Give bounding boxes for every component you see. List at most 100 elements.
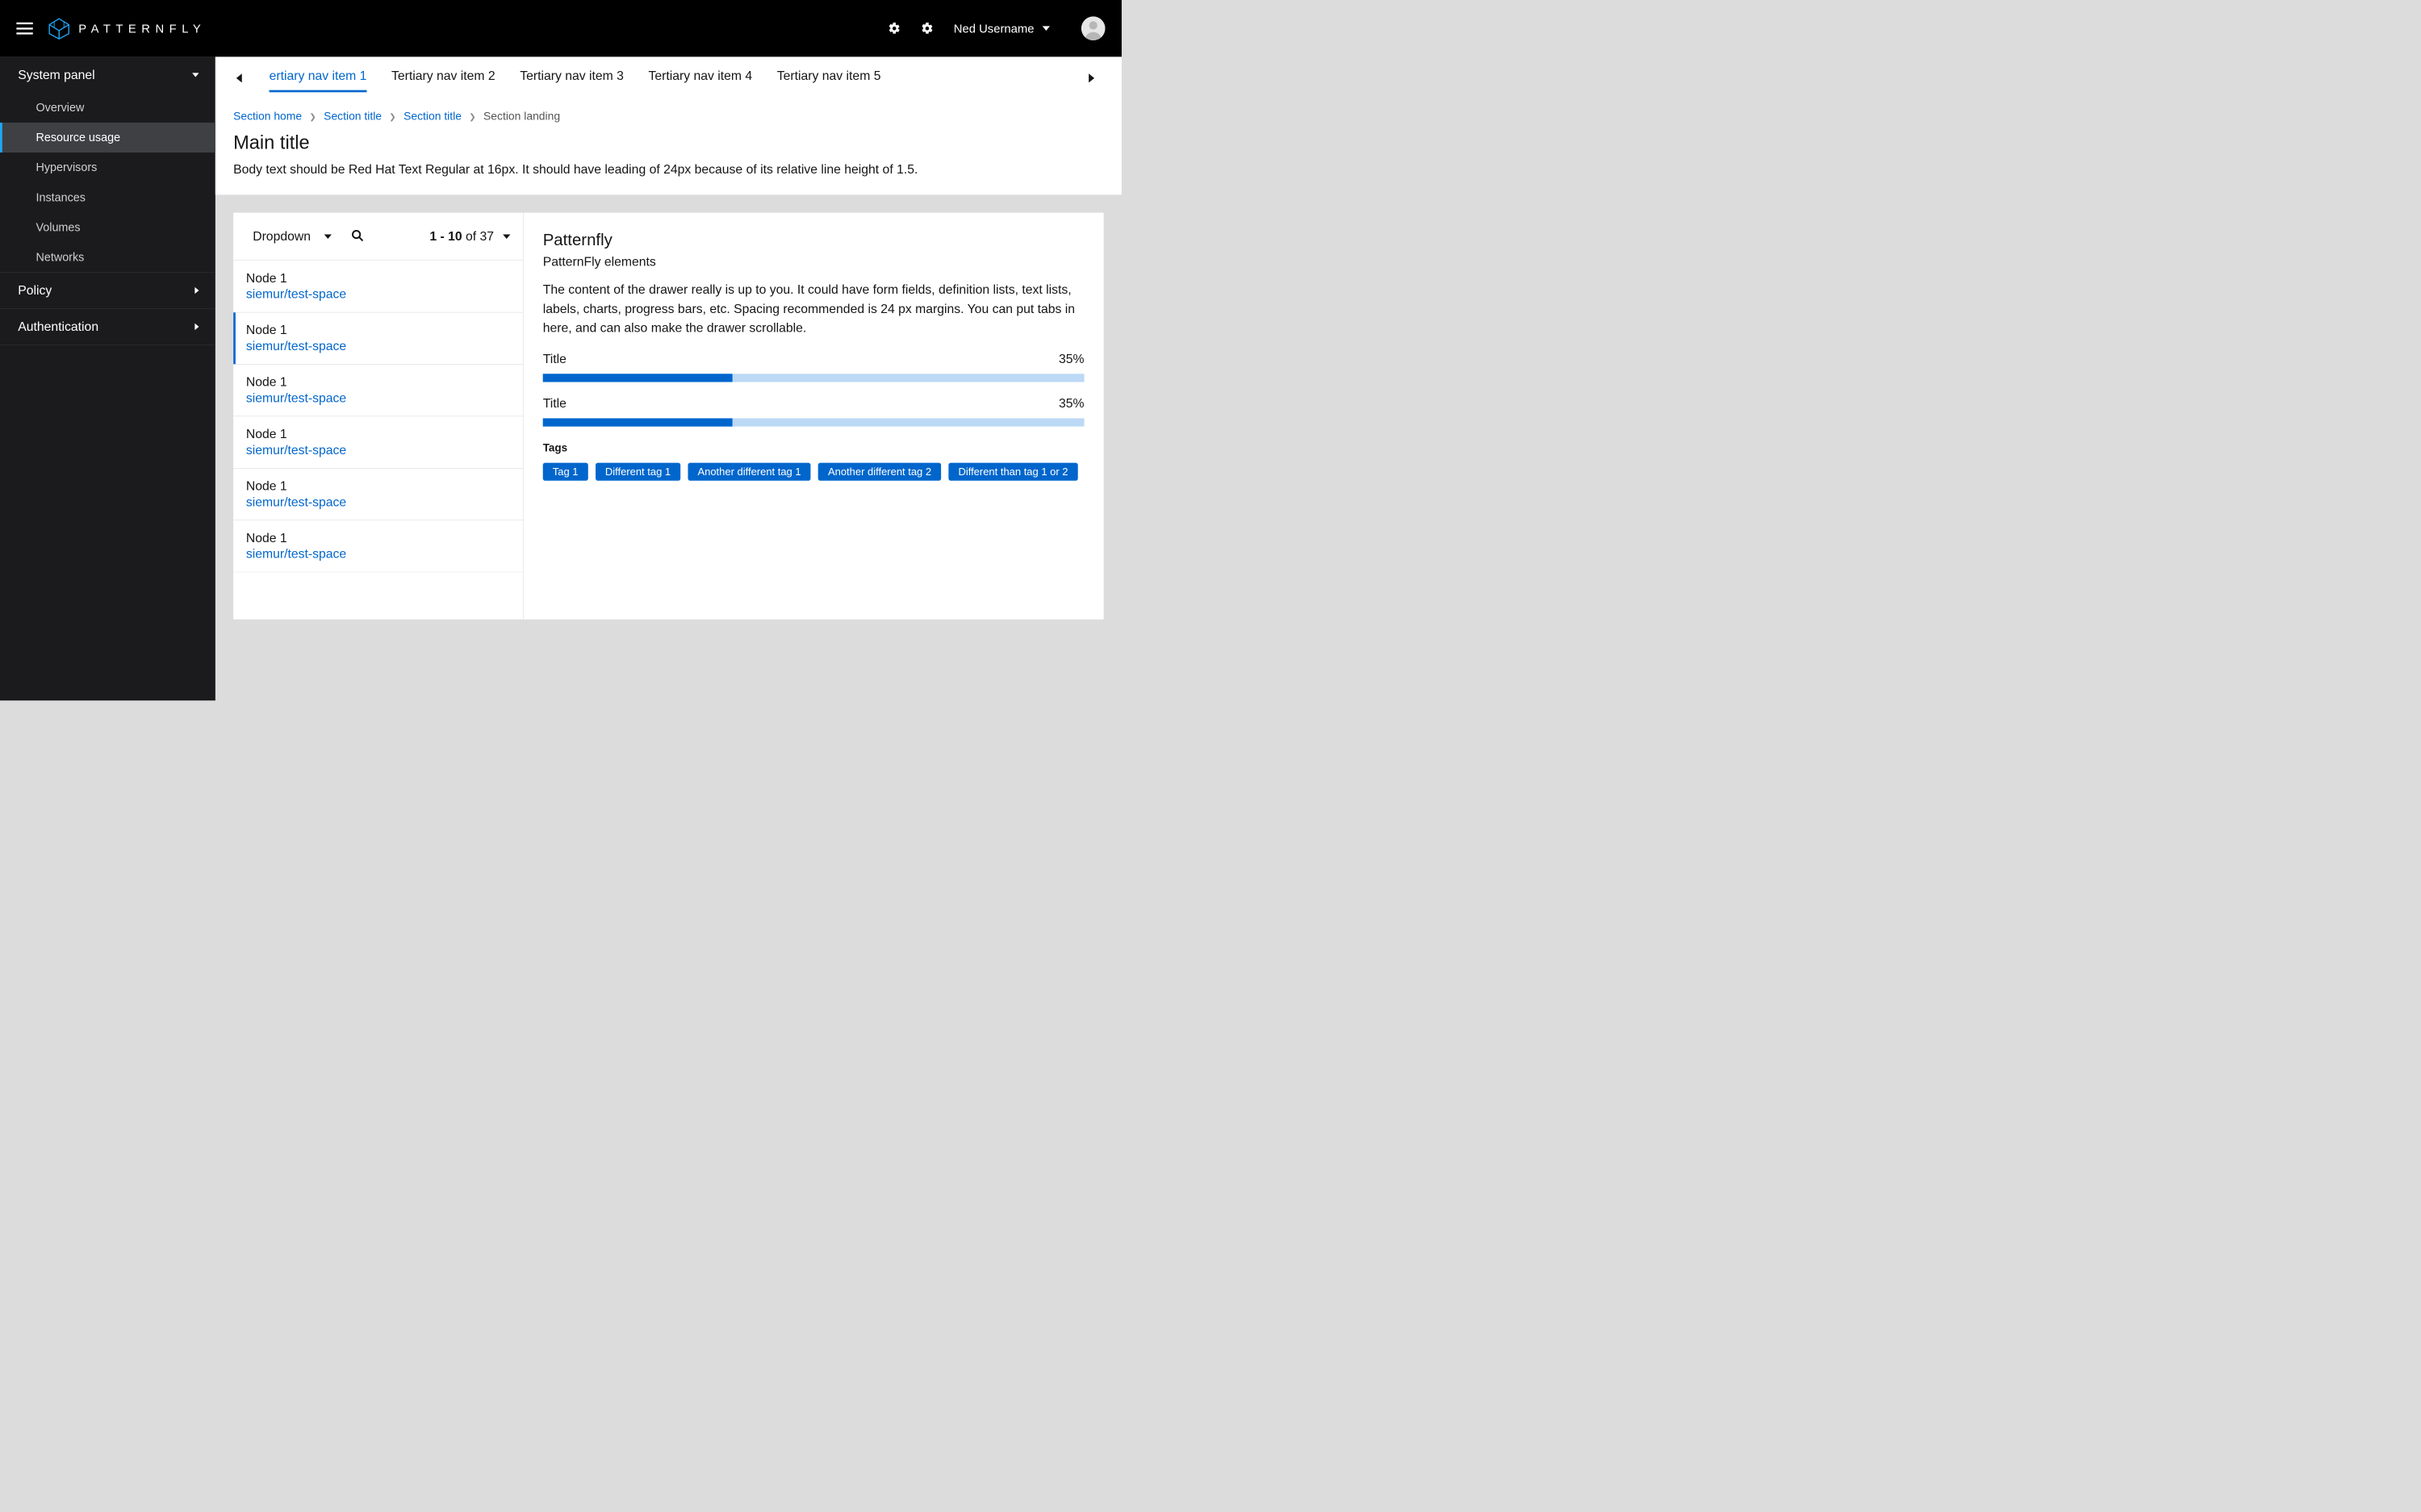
list-item[interactable]: Node 1siemur/test-space bbox=[233, 365, 523, 416]
node-subtext: siemur/test-space bbox=[246, 443, 511, 457]
nav-section-label: Policy bbox=[18, 283, 52, 298]
breadcrumb-link[interactable]: Section title bbox=[404, 111, 462, 123]
masthead-toolbar: Ned Username bbox=[888, 16, 1105, 40]
nav-scroll-left-button[interactable] bbox=[233, 73, 245, 82]
chevron-right-icon bbox=[1089, 73, 1094, 82]
tag[interactable]: Different than tag 1 or 2 bbox=[948, 463, 1077, 481]
progress-label: Title bbox=[543, 396, 567, 411]
node-subtext: siemur/test-space bbox=[246, 339, 511, 353]
brand-logo-icon bbox=[48, 17, 70, 40]
user-dropdown[interactable]: Ned Username bbox=[954, 22, 1050, 36]
pagination-dropdown[interactable]: 1 - 10 of 37 bbox=[429, 229, 510, 244]
main: ertiary nav item 1 Tertiary nav item 2 Ter… bbox=[215, 56, 1122, 700]
nav-section-label: System panel bbox=[18, 68, 94, 82]
sidebar-item[interactable]: Networks bbox=[0, 242, 215, 272]
nav-section-authentication: Authentication bbox=[0, 309, 215, 345]
tag[interactable]: Another different tag 2 bbox=[818, 463, 941, 481]
detail-title: Patternfly bbox=[543, 231, 1085, 249]
brand-text: PATTERNFLY bbox=[78, 22, 206, 36]
caret-down-icon bbox=[1043, 26, 1050, 31]
chevron-left-icon bbox=[236, 73, 242, 82]
breadcrumb-link[interactable]: Section home bbox=[233, 111, 302, 123]
nav-section-policy: Policy bbox=[0, 273, 215, 309]
detail-subtitle: PatternFly elements bbox=[543, 255, 1085, 269]
nav-toggle-button[interactable] bbox=[16, 23, 32, 35]
progress: Title 35% bbox=[543, 396, 1085, 427]
content-region: Dropdown 1 - 10 of 37 N bbox=[215, 194, 1122, 700]
masthead: PATTERNFLY Ned Username bbox=[0, 0, 1122, 56]
nav-section-label: Authentication bbox=[18, 320, 98, 334]
chevron-right-icon bbox=[194, 324, 199, 330]
list-item[interactable]: Node 1 siemur/test-space bbox=[233, 469, 523, 520]
progress-label: Title bbox=[543, 352, 567, 366]
tertiary-tab[interactable]: Tertiary nav item 5 bbox=[777, 64, 881, 93]
node-subtext: siemur/test-space bbox=[246, 391, 511, 406]
node-subtext: siemur/test-space bbox=[246, 547, 511, 562]
avatar[interactable] bbox=[1081, 16, 1106, 40]
sidebar-item[interactable]: Instances bbox=[0, 182, 215, 212]
node-name: Node 1 bbox=[246, 427, 511, 441]
caret-down-icon bbox=[324, 234, 332, 239]
progress-fill bbox=[543, 374, 733, 382]
node-name: Node 1 bbox=[246, 375, 511, 390]
page-title: Main title bbox=[233, 132, 1104, 153]
list-item[interactable]: Node 1siemur/test-space bbox=[233, 520, 523, 572]
progress: Title 35% bbox=[543, 352, 1085, 382]
sidebar-item[interactable]: Hypervisors bbox=[0, 152, 215, 182]
page-header: ertiary nav item 1 Tertiary nav item 2 Ter… bbox=[215, 56, 1122, 194]
breadcrumb-link[interactable]: Section title bbox=[324, 111, 382, 123]
breadcrumb-current: Section landing bbox=[483, 111, 560, 123]
dropdown-label: Dropdown bbox=[253, 229, 311, 244]
sidebar: System panel OverviewResource usageHyper… bbox=[0, 56, 215, 700]
progress-track bbox=[543, 418, 1085, 426]
progress-value: 35% bbox=[1059, 352, 1085, 366]
progress-fill bbox=[543, 418, 733, 426]
list-item[interactable]: Node 1 siemur/test-space bbox=[233, 312, 523, 364]
settings-icon-2[interactable] bbox=[921, 22, 934, 35]
list-item[interactable]: Node 1siemur/test-space bbox=[233, 261, 523, 312]
nav-scroll-right-button[interactable] bbox=[1085, 73, 1097, 82]
tag[interactable]: Different tag 1 bbox=[596, 463, 680, 481]
nav-expand-system-panel[interactable]: System panel bbox=[0, 56, 215, 92]
node-name: Node 1 bbox=[246, 271, 511, 286]
tertiary-nav: ertiary nav item 1 Tertiary nav item 2 Ter… bbox=[233, 64, 1104, 98]
node-subtext: siemur/test-space bbox=[246, 287, 511, 302]
list-panel: Dropdown 1 - 10 of 37 N bbox=[233, 213, 524, 620]
sidebar-item[interactable]: Overview bbox=[0, 93, 215, 123]
breadcrumb-sep-icon: ❯ bbox=[469, 112, 476, 122]
chevron-down-icon bbox=[192, 73, 199, 77]
list-item[interactable]: Node 1 siemur/test-space bbox=[233, 416, 523, 468]
progress-value: 35% bbox=[1059, 396, 1085, 411]
tag[interactable]: Another different tag 1 bbox=[688, 463, 810, 481]
sidebar-item[interactable]: Volumes bbox=[0, 212, 215, 242]
tertiary-tab[interactable]: Tertiary nav item 4 bbox=[648, 64, 752, 93]
filter-dropdown[interactable]: Dropdown bbox=[253, 229, 332, 244]
page-description: Body text should be Red Hat Text Regular… bbox=[233, 160, 1104, 179]
node-subtext: siemur/test-space bbox=[246, 495, 511, 509]
caret-down-icon bbox=[503, 234, 510, 239]
drawer-panel: Dropdown 1 - 10 of 37 N bbox=[233, 213, 1104, 620]
tag[interactable]: Tag 1 bbox=[543, 463, 588, 481]
pager-text: 1 - 10 of 37 bbox=[429, 229, 494, 244]
sidebar-item[interactable]: Resource usage bbox=[0, 123, 215, 152]
progress-track bbox=[543, 374, 1085, 382]
chevron-right-icon bbox=[194, 287, 199, 294]
nav-section-system-panel: System panel OverviewResource usageHyper… bbox=[0, 56, 215, 272]
tertiary-tab[interactable]: Tertiary nav item 3 bbox=[520, 64, 624, 93]
detail-panel: Patternfly PatternFly elements The conte… bbox=[524, 213, 1104, 620]
node-name: Node 1 bbox=[246, 478, 511, 493]
node-name: Node 1 bbox=[246, 323, 511, 337]
search-button[interactable] bbox=[351, 229, 364, 244]
settings-icon[interactable] bbox=[888, 22, 901, 35]
detail-body: The content of the drawer really is up t… bbox=[543, 280, 1085, 337]
tertiary-tab[interactable]: ertiary nav item 1 bbox=[270, 64, 367, 93]
breadcrumb-sep-icon: ❯ bbox=[309, 112, 316, 122]
breadcrumb: Section home ❯ Section title ❯ Section t… bbox=[233, 111, 1104, 123]
tags-label: Tags bbox=[543, 442, 1085, 454]
nav-expand-authentication[interactable]: Authentication bbox=[0, 309, 215, 345]
brand: PATTERNFLY bbox=[48, 17, 206, 40]
user-name: Ned Username bbox=[954, 22, 1035, 36]
tertiary-tab[interactable]: Tertiary nav item 2 bbox=[391, 64, 495, 93]
nav-expand-policy[interactable]: Policy bbox=[0, 273, 215, 308]
list-toolbar: Dropdown 1 - 10 of 37 bbox=[233, 213, 523, 261]
